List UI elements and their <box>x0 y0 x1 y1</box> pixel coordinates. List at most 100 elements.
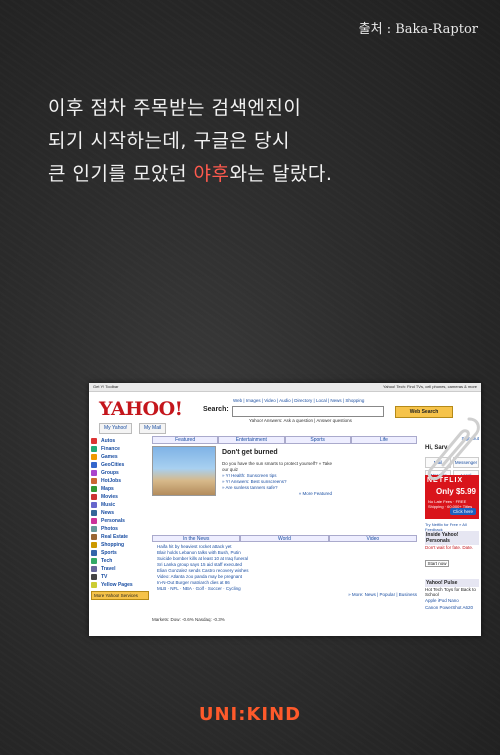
answers-link: Yahoo! Answers: Ask a question | Answer … <box>249 418 352 423</box>
pulse-title: Hot Tech Toys for Back to School <box>425 587 476 597</box>
headline-line-3-end: 와는 달랐다. <box>229 163 333 185</box>
headline: 이후 점차 주목받는 검색엔진이 되기 시작하는데, 구글은 당시 큰 인기를 … <box>48 92 468 191</box>
nav-item-icon <box>91 470 97 476</box>
nav-item: Yellow Pages <box>91 581 149 589</box>
headline-highlight: 야후 <box>193 163 230 185</box>
nav-item-icon <box>91 566 97 572</box>
nav-item-label: Personals <box>101 518 125 524</box>
nav-item: News <box>91 509 149 517</box>
nav-item: TV <box>91 573 149 581</box>
pulse-item: Canon PowerShot A620 <box>425 605 474 610</box>
nav-item-label: Photos <box>101 526 118 532</box>
nav-item-icon <box>91 518 97 524</box>
nav-item: Groups <box>91 469 149 477</box>
personals-tagline: Don't wait for fate. Date. <box>425 545 474 550</box>
pulse-module: Yahoo! Pulse Hot Tech Toys for Back to S… <box>425 579 479 611</box>
nav-item-label: Yellow Pages <box>101 582 133 588</box>
nav-item-label: Real Estate <box>101 534 128 540</box>
nav-item-icon <box>91 550 97 556</box>
nav-item: Personals <box>91 517 149 525</box>
yahoo-toolbar: Get Y! Toolbar Yahoo! Tech: Find TVs, ce… <box>89 383 481 392</box>
feature-text: Do you have the sun smarts to protect yo… <box>222 461 332 472</box>
my-mail-button: My Mail <box>139 423 167 434</box>
nav-item: Autos <box>91 437 149 445</box>
feature-body: Do you have the sun smarts to protect yo… <box>222 461 332 497</box>
nav-item: Travel <box>91 565 149 573</box>
nav-item-icon <box>91 462 97 468</box>
featured-tab: Life <box>350 436 417 444</box>
nav-item-label: Tech <box>101 558 113 564</box>
nav-item-label: GeoCities <box>101 462 125 468</box>
nav-item: Music <box>91 501 149 509</box>
markets: Markets: Dow: -0.6% Nasdaq: -0.3% <box>152 617 225 622</box>
nav-item-label: Autos <box>101 438 116 444</box>
nav-item-icon <box>91 534 97 540</box>
toolbar-left: Get Y! Toolbar <box>93 384 119 389</box>
pulse-item: Apple iPod Nano <box>425 598 459 603</box>
personals-header: Inside Yahoo! Personals <box>425 531 479 545</box>
featured-tabs: Featured Entertainment Sports Life <box>152 436 417 444</box>
feature-more: » More Featured <box>298 491 332 496</box>
nav-item-icon <box>91 486 97 492</box>
personals-button: Start now <box>425 560 449 567</box>
featured-tab: Entertainment <box>218 436 285 444</box>
nav-item: Tech <box>91 557 149 565</box>
headline-line-2: 되기 시작하는데, 구글은 당시 <box>48 130 290 152</box>
news-tab: In the News <box>152 535 241 542</box>
headline-line-3: 큰 인기를 모았던 야후와는 달랐다. <box>48 158 468 191</box>
news-tabs: In the News World Video <box>152 535 417 542</box>
paperclip-icon <box>427 417 480 481</box>
featured-tab: Featured <box>152 436 219 444</box>
nav-item-label: Travel <box>101 566 116 572</box>
nav-item-label: Groups <box>101 470 119 476</box>
nav-item-icon <box>91 478 97 484</box>
nav-item: Shopping <box>91 541 149 549</box>
toolbar-right: Yahoo! Tech: Find TVs, cell phones, came… <box>382 384 477 389</box>
pulse-header: Yahoo! Pulse <box>425 579 479 587</box>
nav-item-label: News <box>101 510 115 516</box>
brand-logo: UNI:KIND <box>198 704 302 725</box>
nav-item-icon <box>91 526 97 532</box>
card: 출처 : Baka-Raptor 이후 점차 주목받는 검색엔진이 되기 시작하… <box>0 0 500 755</box>
more-services-button: More Yahoo! Services <box>91 591 149 600</box>
news-tab: World <box>240 535 329 542</box>
my-yahoo-button: My Yahoo! <box>99 423 133 434</box>
nav-item: Movies <box>91 493 149 501</box>
yahoo-nav: Autos Finance Games GeoCities Groups HotJobs M… <box>91 437 149 600</box>
nav-item-label: Music <box>101 502 116 508</box>
feature-title: Don't get burned <box>222 449 278 456</box>
nav-item-label: Movies <box>101 494 118 500</box>
nav-item-icon <box>91 510 97 516</box>
nav-item-icon <box>91 574 97 580</box>
nav-item-label: Maps <box>101 486 114 492</box>
nav-item-label: HotJobs <box>101 478 121 484</box>
headline-line-1: 이후 점차 주목받는 검색엔진이 <box>48 97 302 119</box>
nav-item-icon <box>91 502 97 508</box>
featured-tabs-wrap: Featured Entertainment Sports Life <box>152 436 417 444</box>
nav-item-icon <box>91 438 97 444</box>
nav-item-label: Finance <box>101 446 120 452</box>
nav-item: Games <box>91 453 149 461</box>
search-tabs: Web | Images | Video | Audio | Directory… <box>233 398 365 403</box>
nav-item: Real Estate <box>91 533 149 541</box>
source-credit: 출처 : Baka-Raptor <box>358 22 478 37</box>
personals-module: Inside Yahoo! Personals Don't wait for f… <box>425 531 479 567</box>
nav-item-label: Sports <box>101 550 117 556</box>
nav-item: Sports <box>91 549 149 557</box>
search-label: Search: <box>203 406 229 413</box>
news-more: » More: News | Popular | Business <box>348 592 417 597</box>
nav-item-icon <box>91 494 97 500</box>
nav-item: Photos <box>91 525 149 533</box>
nav-item-label: Games <box>101 454 118 460</box>
yahoo-logo: YAHOO! <box>99 398 183 420</box>
search-input <box>232 406 384 417</box>
nav-item-icon <box>91 446 97 452</box>
nav-item-label: TV <box>101 574 108 580</box>
nav-item-icon <box>91 582 97 588</box>
headline-line-3-start: 큰 인기를 모았던 <box>48 163 194 185</box>
netflix-button: Click here <box>449 508 476 515</box>
featured-tab: Sports <box>284 436 351 444</box>
featured-photo <box>152 446 216 496</box>
nav-item: Finance <box>91 445 149 453</box>
nav-item-icon <box>91 454 97 460</box>
